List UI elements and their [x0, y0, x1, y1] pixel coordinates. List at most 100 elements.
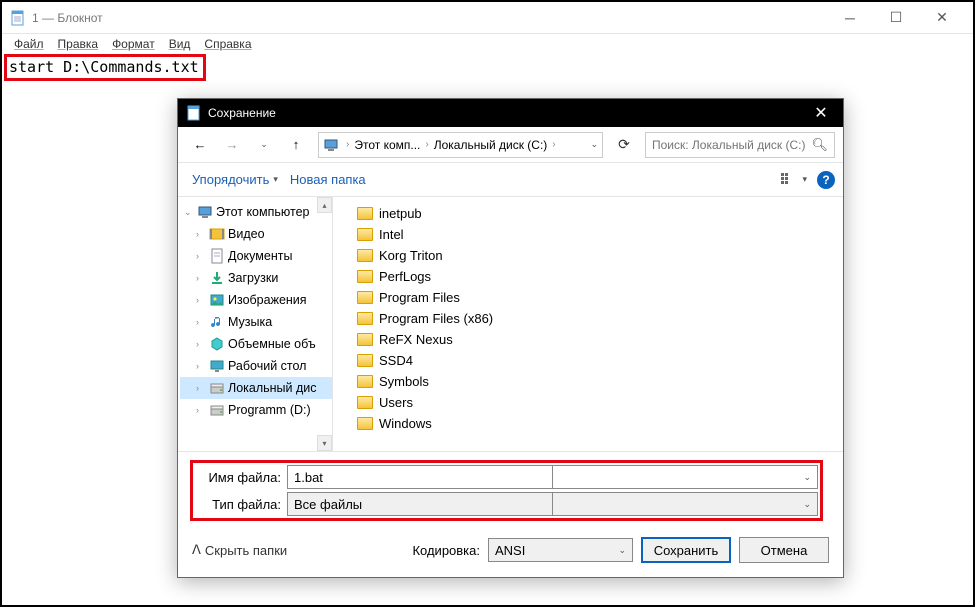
chevron-icon[interactable]: ⌄ — [184, 207, 194, 218]
search-box[interactable]: 🔍︎ — [645, 132, 835, 158]
nav-forward-button[interactable]: → — [218, 133, 246, 157]
menu-file[interactable]: Файл — [8, 37, 50, 51]
file-item-label: Korg Triton — [379, 248, 443, 263]
menu-edit[interactable]: Правка — [52, 37, 105, 51]
organize-button[interactable]: Упорядочить ▾ — [186, 169, 284, 190]
menu-help[interactable]: Справка — [198, 37, 257, 51]
tree-item[interactable]: › Объемные объ — [180, 333, 332, 355]
dialog-bottom-panel: Имя файла: 1.bat ⌄ Тип файла: Все файлы … — [178, 451, 843, 577]
breadcrumb-segment[interactable]: Этот комп... — [354, 138, 420, 152]
tree-item-label: Загрузки — [228, 271, 278, 285]
tree-item-label: Этот компьютер — [216, 205, 309, 219]
file-item[interactable]: Program Files (x86) — [339, 308, 837, 329]
close-button[interactable]: ✕ — [919, 2, 965, 34]
tree-item[interactable]: ›Музыка — [180, 311, 332, 333]
encoding-select[interactable]: ANSI⌄ — [488, 538, 633, 562]
file-item[interactable]: Users — [339, 392, 837, 413]
cancel-button[interactable]: Отмена — [739, 537, 829, 563]
hide-folders-toggle[interactable]: ᐱ Скрыть папки — [192, 542, 287, 558]
menu-view[interactable]: Вид — [163, 37, 197, 51]
file-item[interactable]: inetpub — [339, 203, 837, 224]
search-icon[interactable]: 🔍︎ — [811, 137, 828, 153]
tree-item[interactable]: ›Видео — [180, 223, 332, 245]
search-input[interactable] — [652, 138, 811, 152]
dl-icon — [209, 270, 225, 286]
folder-icon — [357, 291, 373, 304]
new-folder-button[interactable]: Новая папка — [284, 169, 372, 190]
nav-back-button[interactable]: ← — [186, 133, 214, 157]
tree-scroll-up-button[interactable]: ▴ — [317, 197, 332, 213]
breadcrumb-dropdown-icon[interactable]: ⌄ — [590, 139, 598, 150]
tree-item[interactable]: ›Локальный дис — [180, 377, 332, 399]
tree-item[interactable]: › Загрузки — [180, 267, 332, 289]
file-item-label: ReFX Nexus — [379, 332, 453, 347]
help-button[interactable]: ? — [817, 171, 835, 189]
chevron-icon[interactable]: › — [196, 339, 206, 349]
file-item[interactable]: Symbols — [339, 371, 837, 392]
dialog-close-button[interactable]: ✕ — [807, 99, 835, 127]
tree-item[interactable]: ›Рабочий стол — [180, 355, 332, 377]
dialog-titlebar: Сохранение ✕ — [178, 99, 843, 127]
file-list[interactable]: inetpubIntel Korg Triton PerfLogs Program F… — [333, 197, 843, 451]
folder-icon — [357, 396, 373, 409]
file-item-label: SSD4 — [379, 353, 413, 368]
filename-input-rest[interactable]: ⌄ — [553, 465, 818, 489]
chevron-icon[interactable]: › — [196, 317, 206, 327]
chevron-icon[interactable]: › — [196, 273, 206, 283]
notepad-title: 1 — Блокнот — [32, 11, 827, 25]
minimize-button[interactable]: ─ — [827, 2, 873, 34]
disk-icon — [209, 402, 225, 418]
tree-item[interactable]: ⌄ Этот компьютер — [180, 201, 332, 223]
pc-icon — [323, 137, 339, 153]
breadcrumb[interactable]: › Этот комп... › Локальный диск (C:) › ⌄ — [318, 132, 603, 158]
tree-item[interactable]: › Programm (D:) — [180, 399, 332, 421]
filetype-select-rest[interactable]: ⌄ — [553, 492, 818, 516]
filetype-select[interactable]: Все файлы — [287, 492, 553, 516]
save-button[interactable]: Сохранить — [641, 537, 731, 563]
nav-up-button[interactable]: ↑ — [282, 133, 310, 157]
chevron-icon[interactable]: › — [196, 405, 206, 415]
dialog-title: Сохранение — [208, 106, 807, 120]
file-item[interactable]: ReFX Nexus — [339, 329, 837, 350]
folder-icon — [357, 312, 373, 325]
chevron-icon[interactable]: › — [196, 383, 206, 393]
filename-input[interactable]: 1.bat — [287, 465, 553, 489]
tree-item-label: Programm (D:) — [228, 403, 311, 417]
file-item[interactable]: Intel — [339, 224, 837, 245]
notepad-content: start D:\Commands.txt — [9, 58, 199, 76]
chevron-down-icon[interactable]: ⌄ — [803, 499, 811, 510]
file-item[interactable]: Windows — [339, 413, 837, 434]
view-mode-button[interactable]: ▾ — [777, 170, 811, 189]
file-item[interactable]: PerfLogs — [339, 266, 837, 287]
chevron-icon[interactable]: › — [196, 295, 206, 305]
notepad-text-area[interactable]: start D:\Commands.txt — [2, 54, 973, 81]
file-item-label: Program Files (x86) — [379, 311, 493, 326]
notepad-app-icon — [10, 10, 26, 26]
chevron-icon[interactable]: › — [196, 229, 206, 239]
tree-item-label: Объемные объ — [228, 337, 316, 351]
tree-scroll-down-button[interactable]: ▾ — [317, 435, 332, 451]
maximize-button[interactable]: ☐ — [873, 2, 919, 34]
chevron-icon[interactable]: › — [196, 251, 206, 261]
doc-icon — [209, 248, 225, 264]
file-item[interactable]: Korg Triton — [339, 245, 837, 266]
chevron-right-icon: › — [422, 139, 431, 150]
folder-icon — [357, 333, 373, 346]
folder-icon — [357, 417, 373, 430]
notepad-titlebar: 1 — Блокнот ─ ☐ ✕ — [2, 2, 973, 34]
chevron-down-icon[interactable]: ⌄ — [803, 472, 811, 483]
filename-label: Имя файла: — [195, 470, 287, 485]
menu-format[interactable]: Формат — [106, 37, 161, 51]
music-icon — [209, 314, 225, 330]
file-item[interactable]: SSD4 — [339, 350, 837, 371]
breadcrumb-segment[interactable]: Локальный диск (C:) — [434, 138, 548, 152]
refresh-button[interactable]: ⟳ — [611, 132, 637, 158]
tree-item[interactable]: ›Изображения — [180, 289, 332, 311]
nav-recent-button[interactable]: ⌄ — [250, 133, 278, 157]
3d-icon — [209, 336, 225, 352]
file-item-label: Program Files — [379, 290, 460, 305]
folder-tree[interactable]: ▴ ⌄Этот компьютер›Видео›Документы›Загруз… — [178, 197, 333, 451]
file-item[interactable]: Program Files — [339, 287, 837, 308]
tree-item[interactable]: ›Документы — [180, 245, 332, 267]
chevron-icon[interactable]: › — [196, 361, 206, 371]
